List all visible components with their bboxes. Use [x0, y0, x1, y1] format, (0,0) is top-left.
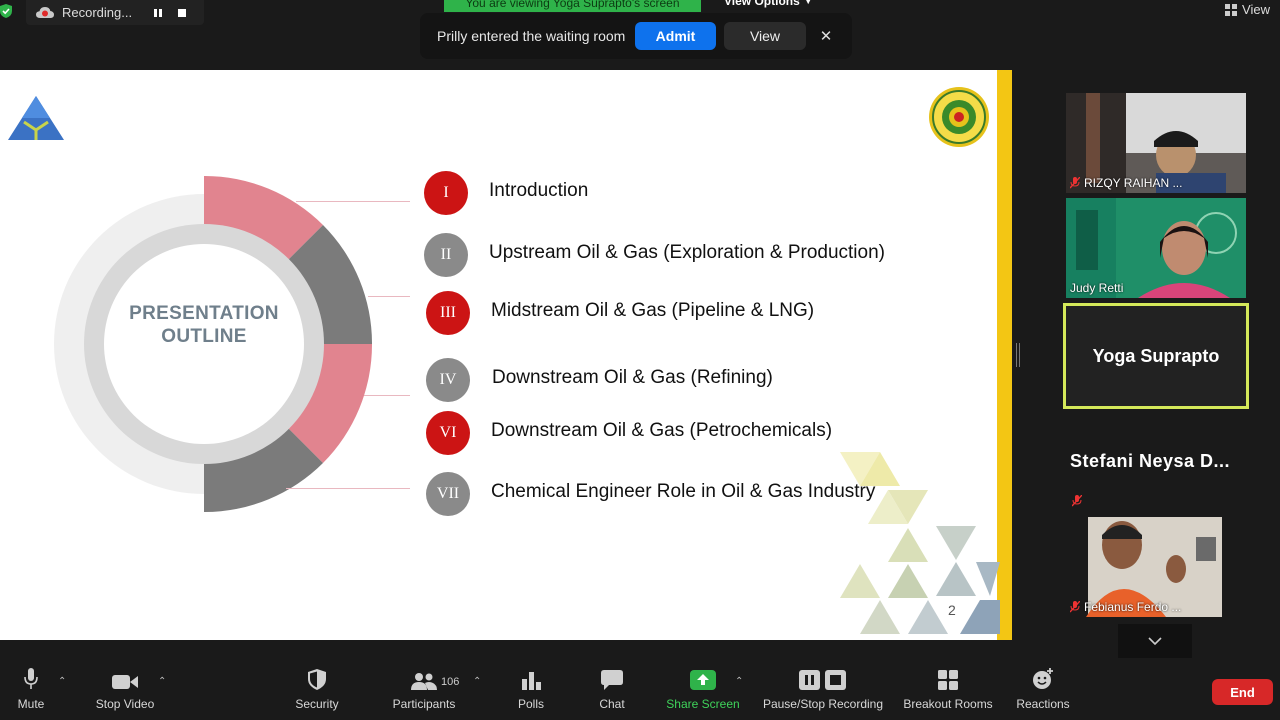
participant-name: Stefani Neysa D... [1070, 451, 1231, 471]
scroll-participants-down-button[interactable] [1118, 624, 1192, 658]
outline-item: III Midstream Oil & Gas (Pipeline & LNG) [0, 291, 1012, 335]
share-options-caret-icon[interactable]: ⌃ [735, 676, 743, 687]
chevron-down-icon [1148, 637, 1162, 645]
company-logo-icon [8, 96, 64, 140]
mic-muted-icon [1070, 177, 1080, 189]
shared-screen-slide: PRESENTATION OUTLINE I Introduction II U… [0, 70, 1012, 640]
microphone-icon [24, 668, 38, 689]
stop-recording-button[interactable] [174, 5, 190, 21]
participant-video-tile[interactable]: Febianus Ferdo ... [1066, 517, 1246, 617]
participant-video-tile[interactable]: Judy Retti [1066, 198, 1246, 298]
numeral-badge: VI [426, 411, 470, 455]
polls-chart-icon [522, 672, 541, 690]
chevron-down-icon: ▼ [803, 0, 813, 6]
polls-button[interactable]: Polls [514, 660, 548, 720]
outline-item-label: Downstream Oil & Gas (Refining) [492, 367, 773, 388]
admit-button[interactable]: Admit [635, 22, 716, 50]
video-camera-icon [112, 675, 138, 689]
breakout-rooms-label: Breakout Rooms [903, 697, 993, 711]
active-speaker-tile[interactable]: Yoga Suprapto [1063, 303, 1249, 409]
numeral-badge: IV [426, 358, 470, 402]
mic-muted-icon [1072, 495, 1082, 507]
view-options-button[interactable]: View Options ▼ [724, 0, 813, 8]
polls-label: Polls [517, 697, 544, 711]
outline-item: VI Downstream Oil & Gas (Petrochemicals) [0, 411, 1012, 455]
outline-item: I Introduction [0, 171, 1012, 215]
decorative-triangles [840, 452, 1000, 634]
video-options-caret-icon[interactable]: ⌃ [158, 676, 166, 687]
mic-muted-icon [1070, 601, 1080, 613]
participant-name: RIZQY RAIHAN ... [1084, 176, 1183, 190]
pause-icon [153, 8, 162, 17]
chat-label: Chat [599, 697, 625, 711]
reactions-label: Reactions [1016, 697, 1070, 711]
share-screen-icon [690, 670, 716, 690]
encryption-shield-icon[interactable] [0, 4, 12, 18]
chat-button[interactable]: Chat [594, 660, 630, 720]
mute-label: Mute [17, 697, 45, 711]
pause-stop-recording-button[interactable]: Pause/Stop Recording [760, 660, 886, 720]
outline-item-label: Downstream Oil & Gas (Petrochemicals) [491, 420, 833, 441]
breakout-rooms-button[interactable]: Breakout Rooms [900, 660, 996, 720]
participant-tile-no-video[interactable]: Stefani Neysa D... [1066, 413, 1246, 513]
participants-button[interactable]: Participants [388, 660, 460, 720]
cloud-recording-icon [36, 6, 54, 18]
mute-button[interactable]: Mute [14, 660, 48, 720]
security-button[interactable]: Security [292, 660, 342, 720]
participants-icon [411, 673, 437, 690]
numeral-badge: II [424, 233, 468, 277]
close-icon[interactable]: ✕ [818, 28, 834, 45]
numeral-badge: I [424, 171, 468, 215]
grid-view-icon [1225, 3, 1238, 16]
outline-item: IV Downstream Oil & Gas (Refining) [0, 358, 1012, 402]
participant-video-tile[interactable]: RIZQY RAIHAN ... [1066, 93, 1246, 193]
view-layout-label: View [1242, 2, 1270, 17]
recording-controls-icon [799, 670, 846, 690]
stop-icon [177, 8, 186, 17]
view-layout-button[interactable]: View [1225, 2, 1270, 17]
zoom-meeting-window: Recording... You are viewing Yoga Suprap… [0, 0, 1280, 720]
participants-label: Participants [392, 697, 456, 711]
reactions-button[interactable]: Reactions [1014, 660, 1072, 720]
recording-indicator: Recording... [26, 0, 204, 25]
participant-name-label: Judy Retti [1070, 281, 1123, 295]
recording-label: Recording... [62, 5, 133, 20]
security-label: Security [295, 697, 339, 711]
participant-name-label: Febianus Ferdo ... [1070, 600, 1181, 614]
audio-options-caret-icon[interactable]: ⌃ [58, 676, 66, 687]
breakout-rooms-icon [938, 670, 958, 690]
participant-name: Febianus Ferdo ... [1084, 600, 1182, 614]
participant-name: Judy Retti [1070, 281, 1124, 295]
view-options-label: View Options [724, 0, 800, 8]
notification-message: Prilly entered the waiting room [437, 28, 626, 44]
waiting-room-notification: Prilly entered the waiting room Admit Vi… [420, 13, 852, 59]
reactions-emoji-icon [1033, 668, 1053, 689]
participants-count: 106 [441, 676, 460, 688]
stop-video-label: Stop Video [95, 697, 155, 711]
end-meeting-button[interactable]: End [1212, 679, 1273, 705]
numeral-badge: VII [426, 472, 470, 516]
share-screen-label: Share Screen [666, 697, 740, 711]
recording-controls-label: Pause/Stop Recording [762, 697, 884, 711]
participants-options-caret-icon[interactable]: ⌃ [473, 676, 481, 687]
outline-item: II Upstream Oil & Gas (Exploration & Pro… [0, 233, 1012, 277]
numeral-badge: III [426, 291, 470, 335]
university-seal-icon [929, 87, 989, 147]
panel-resize-handle[interactable] [1016, 343, 1020, 367]
share-screen-button[interactable]: Share Screen [664, 660, 742, 720]
pause-recording-button[interactable] [150, 5, 166, 21]
security-shield-icon [308, 669, 326, 690]
stop-video-button[interactable]: Stop Video [92, 660, 158, 720]
outline-item-label: Chemical Engineer Role in Oil & Gas Indu… [491, 481, 876, 502]
chat-bubble-icon [601, 670, 623, 690]
viewing-screen-banner: You are viewing Yoga Suprapto's screen [444, 0, 701, 12]
meeting-toolbar: Mute ⌃ Stop Video ⌃ Security Participant… [0, 660, 1280, 720]
participant-name-label: RIZQY RAIHAN ... [1070, 176, 1182, 190]
slide-page-number: 2 [948, 602, 956, 618]
view-waiting-room-button[interactable]: View [724, 22, 806, 50]
outline-item-label: Upstream Oil & Gas (Exploration & Produc… [489, 242, 885, 263]
outline-item-label: Midstream Oil & Gas (Pipeline & LNG) [491, 300, 815, 321]
outline-item-label: Introduction [489, 180, 589, 201]
